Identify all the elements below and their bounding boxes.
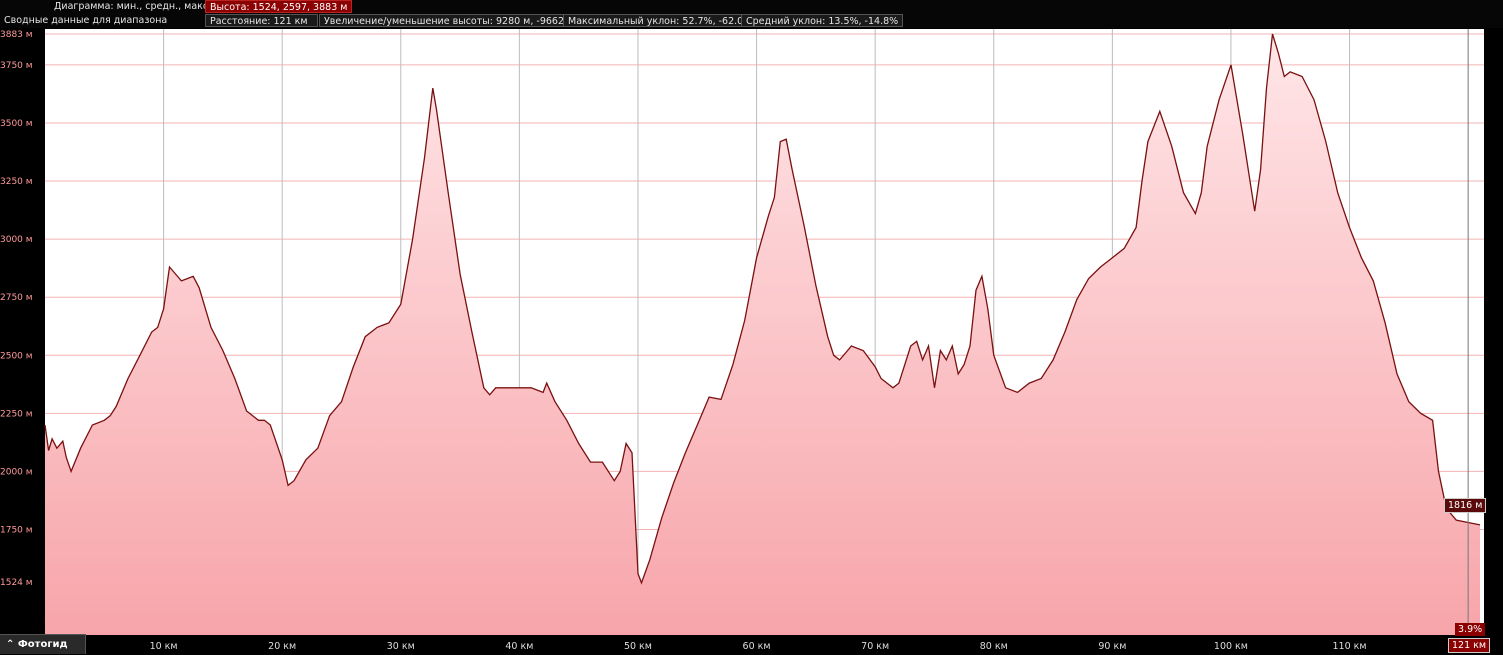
total-distance-label: 121 км [1448, 638, 1491, 653]
x-tick-label: 20 км [268, 641, 296, 652]
y-tick-label: 3883 м [0, 30, 33, 40]
x-tick-label: 110 км [1333, 641, 1367, 652]
caret-up-icon: ⌃ [6, 639, 15, 650]
y-tick-label: 3000 м [0, 235, 33, 245]
x-tick-label: 80 км [980, 641, 1008, 652]
x-tick-label: 50 км [624, 641, 652, 652]
x-tick-label: 30 км [387, 641, 415, 652]
y-tick-label: 3750 м [0, 61, 33, 71]
y-tick-label: 1750 м [0, 525, 33, 535]
x-tick-label: 70 км [861, 641, 889, 652]
x-tick-label: 60 км [743, 641, 771, 652]
y-tick-label: 2000 м [0, 467, 33, 477]
y-tick-label: 2500 м [0, 351, 33, 361]
x-tick-label: 100 км [1214, 641, 1248, 652]
y-tick-label: 3500 м [0, 119, 33, 129]
y-tick-label: 2250 м [0, 409, 33, 419]
y-tick-label: 2750 м [0, 293, 33, 303]
elevation-chart[interactable]: 3883 м 3750 м 3500 м 3250 м 3000 м 2750 м 2500… [0, 0, 1503, 654]
cursor-elevation-label: 1816 м [1444, 498, 1487, 513]
x-tick-label: 40 км [505, 641, 533, 652]
x-tick-label: 90 км [1098, 641, 1126, 652]
cursor-grade-label: 3.9% [1455, 623, 1486, 636]
y-tick-label: 1524 м [0, 578, 33, 588]
x-tick-label: 10 км [150, 641, 178, 652]
y-tick-label: 3250 м [0, 177, 33, 187]
photo-guide-label: Фотогид [17, 639, 68, 650]
photo-guide-button[interactable]: ⌃ Фотогид [0, 634, 86, 654]
